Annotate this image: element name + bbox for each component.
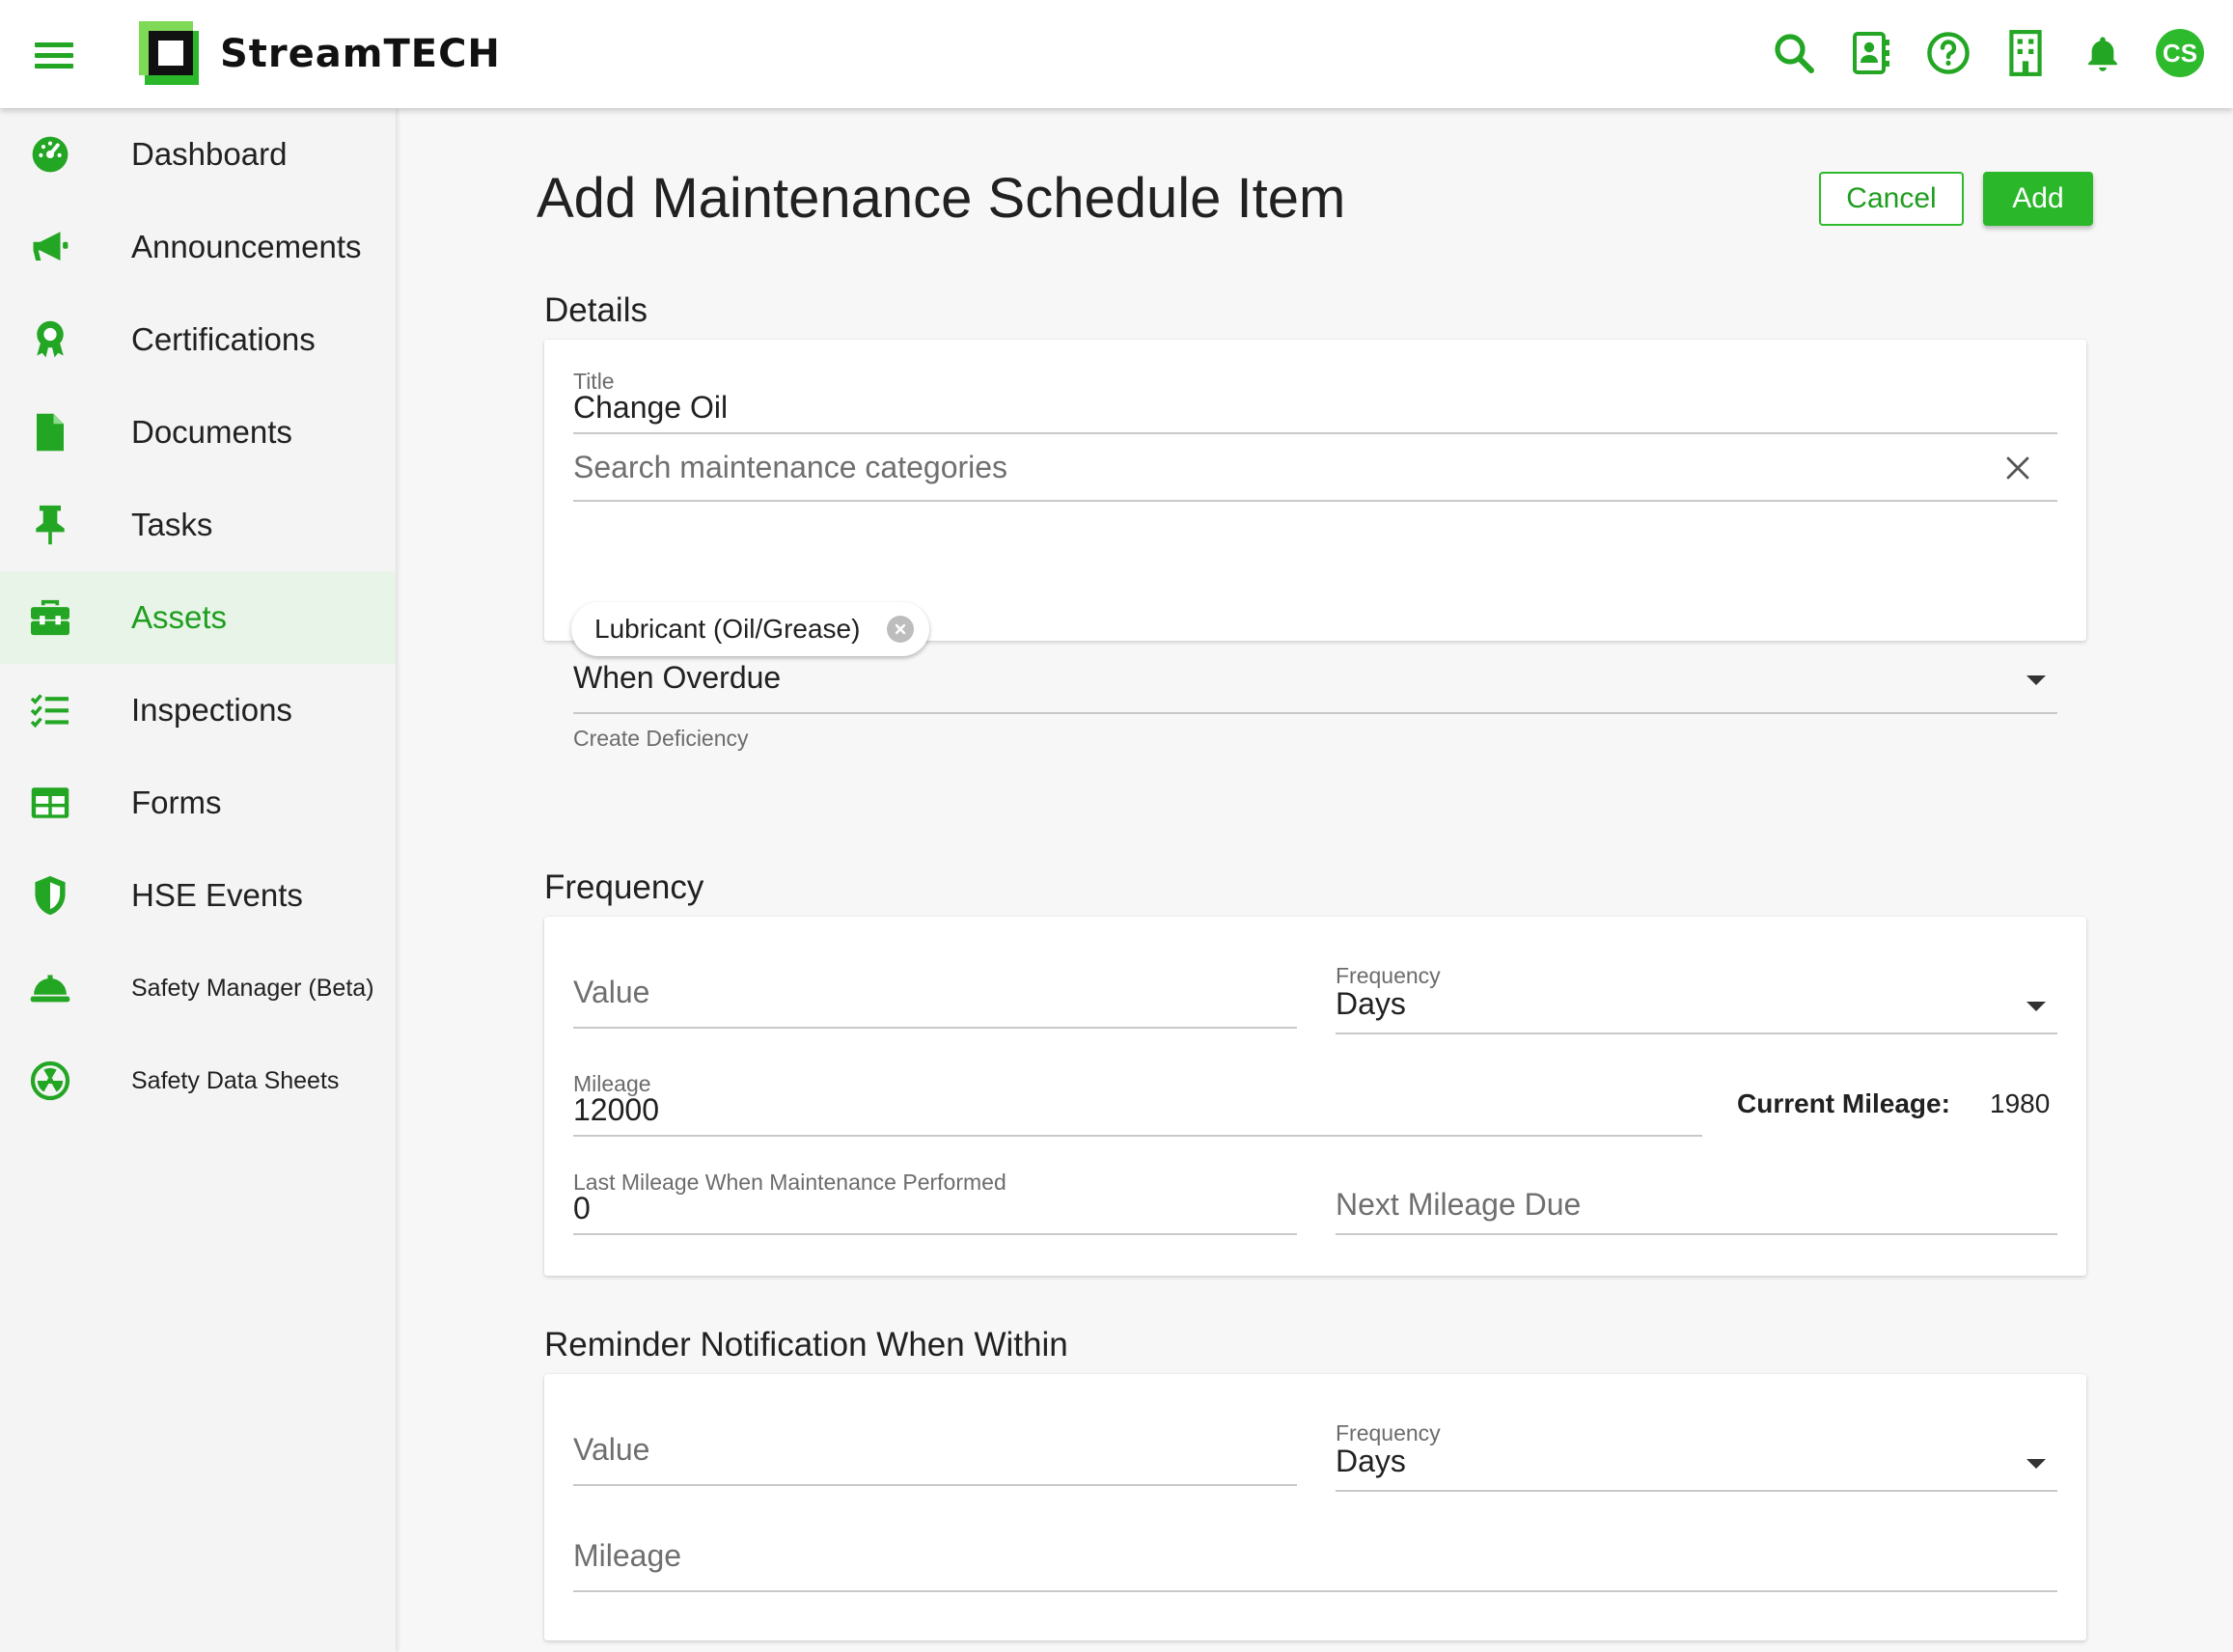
frequency-card: Value Frequency Days Mileage 12000 Curre… [544,917,2086,1276]
overdue-select-label: Create Deficiency [573,726,749,751]
help-icon[interactable] [1924,27,1972,79]
sidebar-item-safety-manager[interactable]: Safety Manager (Beta) [0,942,396,1034]
overdue-select[interactable]: When Overdue [573,660,2057,714]
title-field[interactable]: Title Change Oil [573,369,2057,434]
sidebar-item-announcements[interactable]: Announcements [0,201,396,293]
top-app-bar: StreamTECH CS [0,0,2233,108]
current-mileage-label: Current Mileage: [1737,1088,1950,1118]
logo-text: StreamTECH [220,32,501,76]
megaphone-icon [29,226,71,268]
next-mileage-placeholder: Next Mileage Due [1336,1187,1582,1222]
sidebar-item-dashboard[interactable]: Dashboard [0,108,396,201]
document-icon [29,411,71,454]
page-title: Add Maintenance Schedule Item [537,167,1346,230]
sidebar-item-label: Forms [131,785,222,820]
sidebar-item-label: Dashboard [131,136,288,172]
next-mileage-input[interactable]: Next Mileage Due [1336,1170,2057,1235]
user-avatar[interactable]: CS [2156,29,2204,77]
main-content: Add Maintenance Schedule Item Cancel Add… [396,108,2233,1652]
dropdown-arrow-icon [2026,1459,2046,1469]
search-icon[interactable] [1770,27,1818,79]
sidebar-item-label: Inspections [131,692,292,728]
sidebar-nav: Dashboard Announcements Certifications D… [0,108,396,1652]
frequency-unit-select[interactable]: Frequency Days [1336,963,2057,1034]
category-chip[interactable]: Lubricant (Oil/Grease) [571,602,930,656]
mileage-input[interactable]: Mileage 12000 [573,1071,1702,1137]
last-mileage-value: 0 [573,1191,591,1225]
chip-remove-icon[interactable] [887,616,915,643]
reminder-mileage-placeholder: Mileage [573,1538,682,1573]
toolbox-icon [29,596,71,639]
clear-icon[interactable] [2003,454,2032,482]
category-chip-label: Lubricant (Oil/Grease) [594,614,861,644]
app-logo[interactable]: StreamTECH [135,17,501,91]
category-search-input[interactable]: Search maintenance categories [573,434,2057,502]
category-search-placeholder: Search maintenance categories [573,450,1008,484]
dashboard-icon [29,133,71,176]
reminder-section-title: Reminder Notification When Within [544,1326,1068,1363]
frequency-unit-label: Frequency [1336,963,1441,988]
reminder-card: Value Frequency Days Mileage [544,1374,2086,1640]
reminder-value-placeholder: Value [573,1432,650,1467]
sidebar-item-documents[interactable]: Documents [0,386,396,479]
sidebar-item-inspections[interactable]: Inspections [0,664,396,757]
contact-card-icon[interactable] [1847,27,1895,79]
current-mileage-value: 1980 [1990,1088,2051,1118]
frequency-unit-value: Days [1336,986,1406,1021]
sidebar-item-forms[interactable]: Forms [0,757,396,849]
overdue-select-value: When Overdue [573,660,782,695]
overdue-select-helper: Create Deficiency [573,726,1152,755]
last-mileage-input[interactable]: Last Mileage When Maintenance Performed … [573,1170,1297,1235]
sidebar-item-label: HSE Events [131,877,303,913]
hardhat-icon [29,967,71,1009]
dropdown-arrow-icon [2026,1002,2046,1011]
table-icon [29,782,71,824]
sidebar-item-tasks[interactable]: Tasks [0,479,396,571]
last-mileage-label: Last Mileage When Maintenance Performed [573,1170,1006,1195]
reminder-frequency-label: Frequency [1336,1420,1441,1446]
details-section-title: Details [544,291,648,329]
mileage-value: 12000 [573,1092,659,1127]
checklist-icon [29,689,71,731]
sidebar-item-label: Safety Manager (Beta) [131,974,374,1002]
award-icon [29,318,71,361]
sidebar-item-certifications[interactable]: Certifications [0,293,396,386]
sidebar-item-label: Safety Data Sheets [131,1066,340,1094]
add-button[interactable]: Add [1983,172,2093,226]
frequency-value-placeholder: Value [573,975,650,1009]
menu-icon[interactable] [35,39,73,71]
reminder-mileage-input[interactable]: Mileage [573,1521,2057,1592]
frequency-value-input[interactable]: Value [573,955,1297,1029]
sidebar-item-safety-data-sheets[interactable]: Safety Data Sheets [0,1034,396,1127]
reminder-frequency-select[interactable]: Frequency Days [1336,1420,2057,1492]
sidebar-item-label: Documents [131,414,292,450]
frequency-section-title: Frequency [544,868,704,906]
radiation-icon [29,1060,71,1102]
pin-icon [29,504,71,546]
sidebar-item-label: Assets [131,599,228,635]
sidebar-item-label: Announcements [131,229,362,264]
streamtech-logo-icon [135,17,212,91]
sidebar-item-label: Tasks [131,507,213,542]
sidebar-item-hse-events[interactable]: HSE Events [0,849,396,942]
sidebar-item-label: Certifications [131,321,316,357]
reminder-value-input[interactable]: Value [573,1413,1297,1486]
dropdown-arrow-icon [2026,675,2046,685]
shield-icon [29,874,71,917]
details-card: Title Change Oil Search maintenance cate… [544,340,2086,751]
building-icon[interactable] [2001,27,2050,79]
reminder-frequency-value: Days [1336,1444,1406,1478]
title-field-value: Change Oil [573,390,729,425]
sidebar-item-assets[interactable]: Assets [0,571,396,664]
cancel-button[interactable]: Cancel [1819,172,1964,226]
bell-icon[interactable] [2079,27,2127,79]
